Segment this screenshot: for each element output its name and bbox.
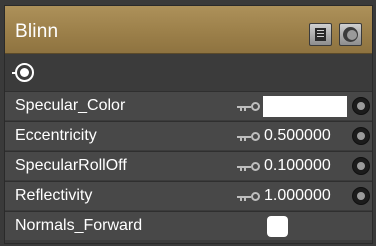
key-icon[interactable] — [237, 162, 260, 172]
material-panel: Blinn Specular_Color Eccentricity 0.5000… — [4, 5, 373, 244]
normals-forward-checkbox[interactable] — [267, 216, 288, 237]
panel-header: Blinn — [5, 6, 372, 54]
property-row-specular-color: Specular_Color — [5, 91, 372, 120]
panel-title: Blinn — [15, 21, 59, 42]
property-label: Reflectivity — [15, 187, 93, 204]
property-value[interactable]: 1.000000 — [264, 187, 331, 205]
connect-button[interactable] — [352, 187, 370, 205]
sphere-icon[interactable] — [339, 23, 362, 46]
property-label: Specular_Color — [15, 97, 126, 114]
key-icon[interactable] — [237, 192, 260, 202]
property-row-reflectivity: Reflectivity 1.000000 — [5, 181, 372, 210]
property-label: Normals_Forward — [15, 217, 143, 234]
key-icon[interactable] — [237, 132, 260, 142]
panel-toolbar — [5, 55, 372, 89]
property-label: Eccentricity — [15, 127, 97, 144]
property-label: SpecularRollOff — [15, 157, 127, 174]
document-icon[interactable] — [309, 23, 332, 46]
target-icon[interactable] — [12, 63, 34, 82]
property-row-normals-forward: Normals_Forward — [5, 211, 372, 240]
property-value[interactable]: 0.100000 — [264, 157, 331, 175]
connect-button[interactable] — [352, 97, 370, 115]
color-swatch[interactable] — [263, 96, 347, 117]
connect-button[interactable] — [352, 157, 370, 175]
connect-button[interactable] — [352, 127, 370, 145]
property-value[interactable]: 0.500000 — [264, 127, 331, 145]
property-row-eccentricity: Eccentricity 0.500000 — [5, 121, 372, 150]
key-icon[interactable] — [237, 102, 260, 112]
property-row-specular-rolloff: SpecularRollOff 0.100000 — [5, 151, 372, 180]
